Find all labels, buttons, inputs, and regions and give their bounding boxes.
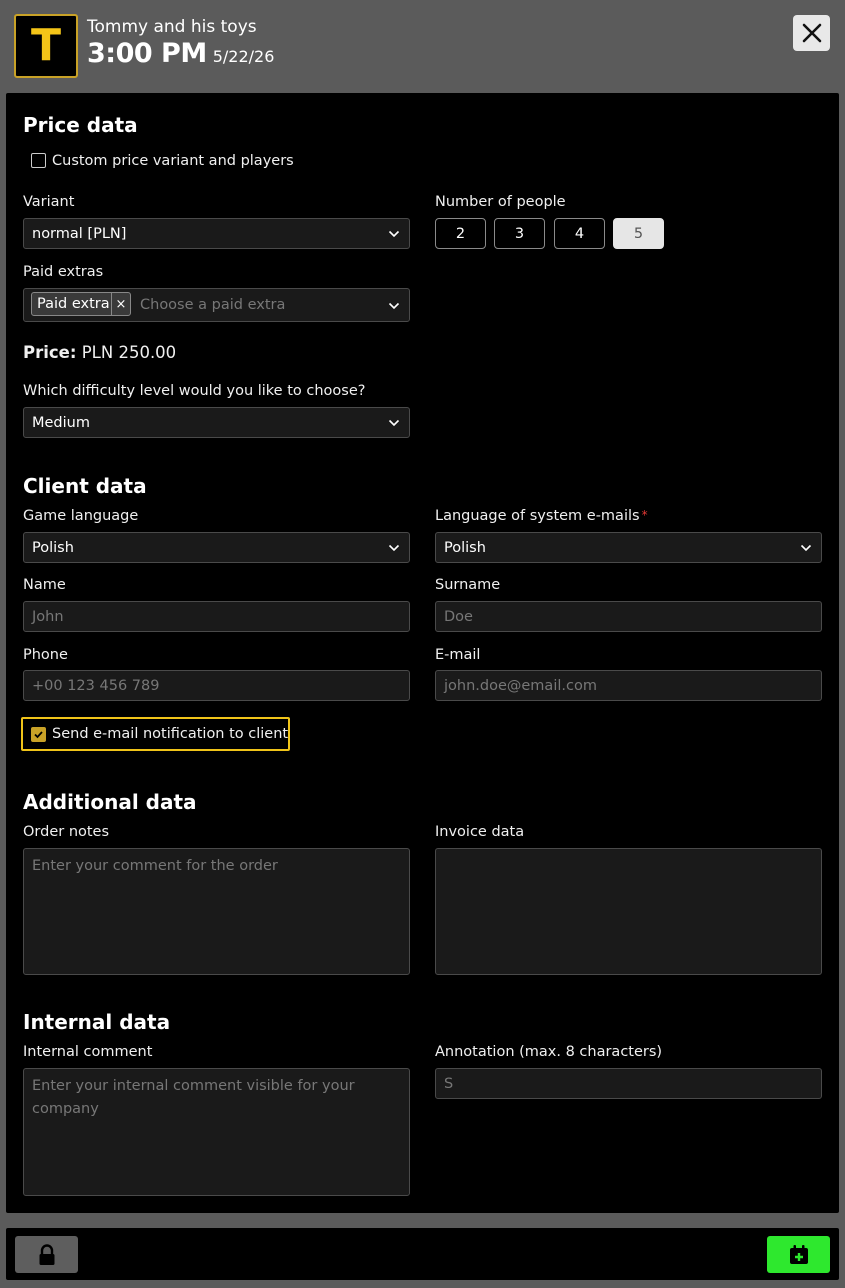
required-marker: * [641, 508, 648, 522]
order-notes-textarea[interactable]: Enter your comment for the order [23, 848, 410, 975]
email-language-label: Language of system e-mails * [435, 508, 648, 524]
price-label: Price: [23, 343, 77, 362]
add-booking-button[interactable] [767, 1236, 830, 1273]
people-option-2[interactable]: 2 [435, 218, 486, 249]
game-logo-letter: T [30, 20, 61, 71]
phone-input[interactable]: +00 123 456 789 [23, 670, 410, 701]
internal-section-title: Internal data [23, 1010, 171, 1034]
notify-client-label: Send e-mail notification to client [52, 726, 289, 742]
slot-date: 5/22/26 [212, 47, 275, 66]
notify-client-checkbox[interactable] [31, 727, 46, 742]
surname-input[interactable]: Doe [435, 601, 822, 632]
people-option-5[interactable]: 5 [613, 218, 664, 249]
email-language-value: Polish [444, 539, 486, 556]
people-option-4[interactable]: 4 [554, 218, 605, 249]
annotation-label: Annotation (max. 8 characters) [435, 1044, 663, 1060]
people-label: Number of people [435, 194, 566, 210]
variant-label: Variant [23, 194, 75, 210]
game-language-value: Polish [32, 539, 74, 556]
name-label: Name [23, 577, 66, 593]
additional-section-title: Additional data [23, 790, 197, 814]
lock-button[interactable] [15, 1236, 78, 1273]
game-title: Tommy and his toys [87, 17, 257, 37]
client-section-title: Client data [23, 474, 147, 498]
extras-tag: Paid extra × [31, 292, 131, 316]
game-language-label: Game language [23, 508, 139, 524]
extras-label: Paid extras [23, 264, 104, 280]
difficulty-select[interactable]: Medium [23, 407, 410, 438]
action-bar [6, 1228, 839, 1280]
chevron-down-icon [800, 544, 812, 552]
price-section-title: Price data [23, 113, 138, 137]
surname-label: Surname [435, 577, 501, 593]
email-language-select[interactable]: Polish [435, 532, 822, 563]
phone-label: Phone [23, 647, 68, 663]
invoice-textarea[interactable] [435, 848, 822, 975]
people-option-3[interactable]: 3 [494, 218, 545, 249]
variant-select[interactable]: normal [PLN] [23, 218, 410, 249]
name-input[interactable]: John [23, 601, 410, 632]
difficulty-value: Medium [32, 414, 90, 431]
extras-tag-remove-button[interactable]: × [112, 297, 130, 312]
calendar-plus-icon [789, 1244, 808, 1264]
chevron-down-icon [388, 230, 400, 238]
difficulty-label: Which difficulty level would you like to… [23, 383, 366, 399]
invoice-label: Invoice data [435, 824, 525, 840]
extras-placeholder: Choose a paid extra [140, 297, 286, 313]
custom-price-label: Custom price variant and players [52, 153, 294, 169]
chevron-down-icon [388, 302, 400, 310]
booking-header: T Tommy and his toys 3:00 PM 5/22/26 [0, 0, 845, 93]
slot-time: 3:00 PM [87, 38, 207, 69]
slot-datetime: 3:00 PM 5/22/26 [87, 38, 274, 69]
chevron-down-icon [388, 544, 400, 552]
internal-comment-textarea[interactable]: Enter your internal comment visible for … [23, 1068, 410, 1196]
email-language-label-text: Language of system e-mails [435, 508, 640, 524]
email-input[interactable]: john.doe@email.com [435, 670, 822, 701]
close-button[interactable] [793, 15, 830, 51]
annotation-input[interactable]: S [435, 1068, 822, 1099]
chevron-down-icon [388, 419, 400, 427]
extras-tag-label: Paid extra [32, 293, 112, 315]
order-notes-label: Order notes [23, 824, 110, 840]
variant-value: normal [PLN] [32, 225, 127, 242]
lock-icon [39, 1243, 54, 1265]
price-display: Price: PLN 250.00 [23, 343, 176, 362]
price-value: PLN 250.00 [81, 343, 177, 362]
game-language-select[interactable]: Polish [23, 532, 410, 563]
booking-form: Price data Custom price variant and play… [6, 93, 839, 1213]
custom-price-checkbox[interactable] [31, 153, 46, 168]
checkmark-icon [34, 731, 43, 739]
email-label: E-mail [435, 647, 481, 663]
close-icon [802, 23, 821, 43]
game-logo: T [14, 14, 78, 78]
internal-comment-label: Internal comment [23, 1044, 153, 1060]
